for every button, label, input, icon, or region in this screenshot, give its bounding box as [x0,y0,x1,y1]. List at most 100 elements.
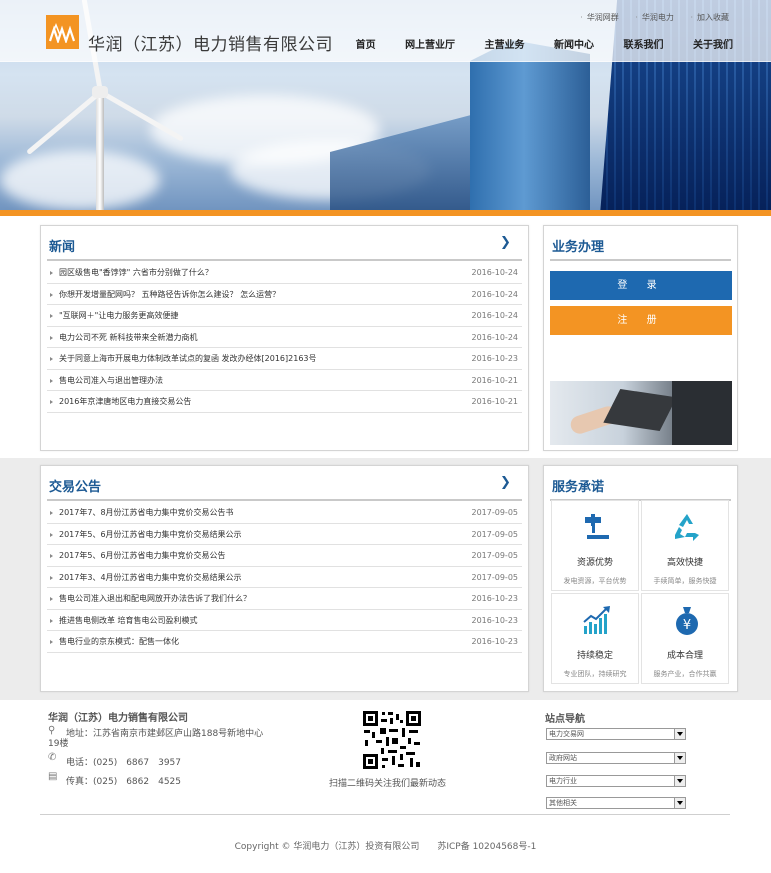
list-item[interactable]: 售电公司准入与退出管理办法 2016-10-21 [47,370,522,391]
service-subtitle: 发电资源，平台优势 [563,577,627,585]
register-button[interactable]: 注 册 [550,306,732,335]
service-card[interactable]: 高效快捷 手续简单，服务快捷 [641,500,729,591]
service-title: 持续稳定 [576,651,613,661]
news-item-text[interactable]: 电力公司不死 新科技带来全新潜力商机 [59,333,198,342]
gavel-icon [585,514,609,539]
list-item[interactable]: 你想开发增量配网吗？ 五种路径告诉你怎么建设？ 怎么运营？ 2016-10-24 [47,284,522,305]
top-link-crc-group[interactable]: 华润网群 [580,13,619,22]
service-card[interactable]: 资源优势 发电资源，平台优势 [551,500,639,591]
service-subtitle: 服务产业，合作共赢 [653,670,717,678]
divider [550,259,731,261]
trade-item-date: 2017-09-05 [471,551,519,560]
services-title: 服务承诺 [552,480,605,495]
list-item[interactable]: 2016年京津唐地区电力直接交易公告 2016-10-21 [47,391,522,413]
chevron-down-icon[interactable] [674,776,685,786]
top-link-add-favorite[interactable]: 加入收藏 [690,13,729,22]
service-card[interactable]: ¥ 成本合理 服务产业，合作共赢 [641,593,729,684]
list-item[interactable]: 关于同意上海市开展电力体制改革试点的复函 发改办经体[2016]2163号 201… [47,348,522,370]
chevron-down-icon[interactable] [674,753,685,763]
news-item-text[interactable]: "互联网＋"让电力服务更高效便捷 [59,311,178,320]
news-item-text[interactable]: 园区级售电"香饽饽" 六省市分别做了什么？ [59,268,213,277]
list-item[interactable]: 售电公司准入退出和配电网放开办法告诉了我们什么？ 2016-10-23 [47,588,522,610]
chart-icon [583,606,610,634]
news-item-text[interactable]: 2016年京津唐地区电力直接交易公告 [59,397,191,406]
trade-item-text[interactable]: 2017年3、4月份江苏省电力集中竞价交易结果公示 [59,573,242,582]
list-item[interactable]: 推进售电侧改革 培育售电公司盈利模式 2016-10-23 [47,610,522,631]
list-item[interactable]: 2017年5、6月份江苏省电力集中竞价交易结果公示 2017-09-05 [47,524,522,545]
nav-main-business[interactable]: 主营业务 [485,40,525,51]
news-item-date: 2016-10-24 [471,268,519,277]
news-item-date: 2016-10-24 [471,289,519,299]
service-subtitle: 手续简单，服务快捷 [653,577,717,585]
sitenav-select-power-trade[interactable]: 电力交易网 [546,728,686,740]
select-value: 电力交易网 [549,730,584,738]
list-item[interactable]: 2017年3、4月份江苏省电力集中竞价交易结果公示 2017-09-05 [47,567,522,588]
news-item-text[interactable]: 你想开发增量配网吗？ 五种路径告诉你怎么建设？ 怎么运营？ [59,290,280,299]
qr-code-image [362,710,422,770]
money-bag-icon: ¥ [676,607,698,635]
accent-divider [0,210,771,216]
fax-icon: ▤ [48,771,58,782]
footer-divider [40,814,730,815]
suit-shape [672,381,732,445]
chevron-down-icon[interactable] [674,798,685,808]
footer-company-name: 华润（江苏）电力销售有限公司 [48,713,188,724]
nav-news-center[interactable]: 新闻中心 [554,40,594,51]
trade-list: 2017年7、8月份江苏省电力集中竞价交易公告书 2017-09-05 2017年… [47,502,522,653]
header-banner: 华润（江苏）电力销售有限公司 华润网群 华润电力 加入收藏 首页 网上营业厅 主… [0,0,771,212]
trade-item-text[interactable]: 2017年7、8月份江苏省电力集中竞价交易公告书 [59,508,234,517]
trade-item-date: 2016-10-23 [471,637,519,646]
services-panel: 服务承诺 资源优势 发电资源，平台优势 高效快捷 手续简单，服务快捷 持续稳定 … [543,465,738,692]
trade-item-date: 2016-10-23 [471,615,519,625]
company-title: 华润（江苏）电力销售有限公司 [88,35,333,55]
select-value: 电力行业 [549,777,577,785]
news-item-date: 2016-10-24 [471,332,519,342]
company-logo[interactable] [46,15,79,49]
news-list: 园区级售电"香饽饽" 六省市分别做了什么？ 2016-10-24 你想开发增量配网… [47,262,522,413]
business-title: 业务办理 [552,240,605,255]
news-item-date: 2016-10-23 [471,354,519,363]
footer-address-line2: 19楼 [48,739,69,749]
select-value: 其他相关 [549,799,577,807]
trade-item-text[interactable]: 2017年5、6月份江苏省电力集中竞价交易公告 [59,551,226,560]
nav-about-us[interactable]: 关于我们 [693,40,733,51]
main-nav: 首页 网上营业厅 主营业务 新闻中心 联系我们 关于我们 [330,36,733,51]
top-link-crc-power[interactable]: 华润电力 [635,13,674,22]
sitenav-select-industry[interactable]: 电力行业 [546,775,686,787]
list-item[interactable]: 电力公司不死 新科技带来全新潜力商机 2016-10-24 [47,327,522,348]
qr-caption: 扫描二维码关注我们最新动态 [329,779,447,789]
nav-contact-us[interactable]: 联系我们 [624,40,664,51]
trade-item-text[interactable]: 2017年5、6月份江苏省电力集中竞价交易结果公示 [59,530,242,539]
service-title: 成本合理 [666,651,703,661]
trade-more-arrow-icon[interactable]: ❯ [500,476,511,489]
svg-text:¥: ¥ [683,618,691,633]
list-item[interactable]: 售电行业的京东模式：配售一体化 2016-10-23 [47,631,522,653]
news-item-date: 2016-10-24 [471,311,519,320]
list-item[interactable]: 园区级售电"香饽饽" 六省市分别做了什么？ 2016-10-24 [47,262,522,284]
list-item[interactable]: "互联网＋"让电力服务更高效便捷 2016-10-24 [47,305,522,327]
building-image [470,40,590,212]
sitenav-title: 站点导航 [545,714,585,725]
sitenav-select-government[interactable]: 政府网站 [546,752,686,764]
news-more-arrow-icon[interactable]: ❯ [500,236,511,249]
turbine-hub [92,86,108,98]
trade-item-text[interactable]: 售电公司准入退出和配电网放开办法告诉了我们什么？ [59,594,251,603]
list-item[interactable]: 2017年7、8月份江苏省电力集中竞价交易公告书 2017-09-05 [47,502,522,524]
service-card[interactable]: 持续稳定 专业团队，持续研究 [551,593,639,684]
copyright: Copyright © 华润电力（江苏）投资有限公司 苏ICP备 1020456… [234,842,537,852]
nav-online-hall[interactable]: 网上营业厅 [405,40,455,51]
news-item-text[interactable]: 售电公司准入与退出管理办法 [59,376,163,385]
news-item-text[interactable]: 关于同意上海市开展电力体制改革试点的复函 发改办经体[2016]2163号 [59,354,317,363]
login-button[interactable]: 登 录 [550,271,732,300]
trade-item-text[interactable]: 推进售电侧改革 培育售电公司盈利模式 [59,616,198,625]
nav-home[interactable]: 首页 [356,40,376,51]
trade-item-date: 2017-09-05 [471,529,519,539]
divider [47,499,522,501]
list-item[interactable]: 2017年5、6月份江苏省电力集中竞价交易公告 2017-09-05 [47,545,522,567]
news-item-date: 2016-10-21 [471,375,519,385]
service-title: 高效快捷 [666,558,703,568]
business-panel: 业务办理 登 录 注 册 [543,225,738,451]
chevron-down-icon[interactable] [674,729,685,739]
trade-item-text[interactable]: 售电行业的京东模式：配售一体化 [59,637,179,646]
sitenav-select-other[interactable]: 其他相关 [546,797,686,809]
